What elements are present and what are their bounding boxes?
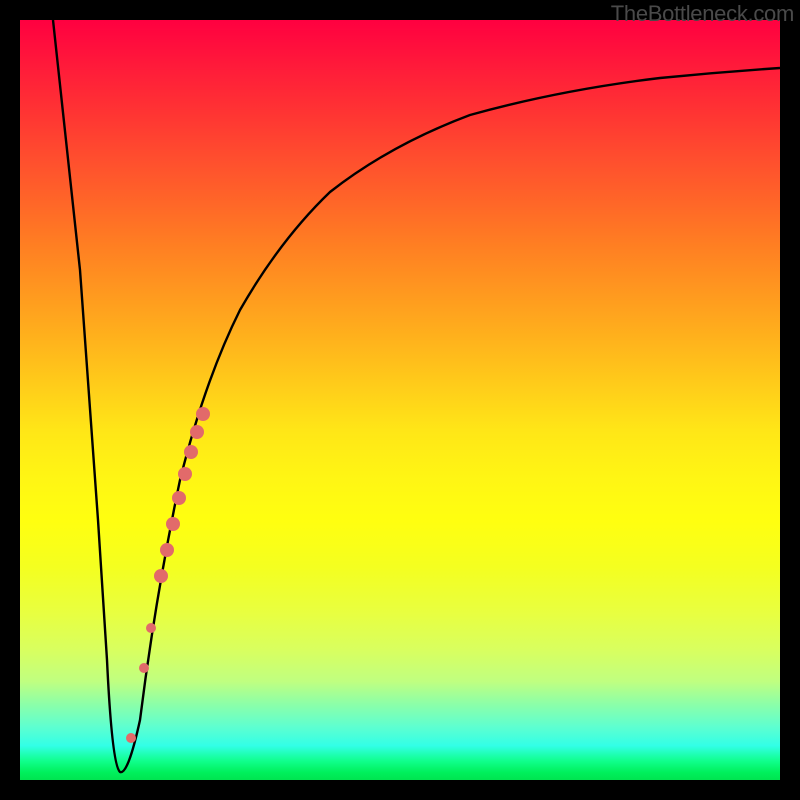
highlight-dots [126, 407, 210, 743]
chart-frame: TheBottleneck.com [0, 0, 800, 800]
bottleneck-curve [53, 20, 780, 772]
watermark-text: TheBottleneck.com [611, 1, 794, 27]
plot-area [20, 20, 780, 780]
curve-layer [20, 20, 780, 780]
